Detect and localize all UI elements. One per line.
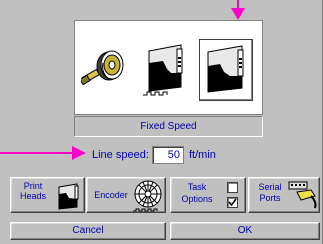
task-options-label-line1: Task	[187, 182, 207, 192]
encoder-mode-option[interactable]	[79, 39, 131, 101]
cancel-button[interactable]: Cancel	[10, 222, 166, 240]
checkmark-icon	[228, 198, 237, 207]
encoder-button[interactable]: Encoder	[86, 177, 166, 213]
task-options-button[interactable]: Task Options	[170, 177, 246, 213]
print-head-icon	[143, 44, 183, 96]
encoder-wheel-icon	[79, 50, 124, 86]
task-option-checkbox-bottom[interactable]	[227, 197, 238, 208]
serial-ports-button[interactable]: Serial Ports	[248, 177, 320, 213]
print-head-mode-option[interactable]	[141, 39, 191, 101]
ok-button[interactable]: OK	[170, 222, 320, 240]
print-head-icon	[207, 45, 244, 93]
selected-mode-label: Fixed Speed	[74, 116, 263, 137]
line-speed-label: Line speed:	[92, 149, 149, 161]
task-option-checkbox-top[interactable]	[227, 182, 238, 193]
settings-panel: Fixed Speed Line speed: 50 ft/min Print …	[0, 0, 323, 244]
serial-ports-label-line1: Serial	[258, 182, 282, 192]
line-speed-unit: ft/min	[189, 149, 216, 161]
print-heads-label-line2: Heads	[19, 191, 46, 201]
mode-icon-panel	[74, 20, 263, 115]
print-head-icon	[58, 183, 79, 210]
encoder-wheel-icon	[133, 180, 162, 212]
encoder-label: Encoder	[94, 190, 128, 200]
fixed-speed-mode-option[interactable]	[199, 39, 253, 101]
callout-arrow-left	[0, 146, 86, 160]
print-heads-label-line1: Print	[23, 181, 43, 191]
serial-cable-icon	[288, 181, 317, 209]
task-options-label-line2: Options	[181, 194, 213, 204]
serial-ports-label-line2: Ports	[259, 193, 281, 203]
line-speed-input[interactable]: 50	[152, 146, 184, 164]
print-heads-button[interactable]: Print Heads	[10, 177, 85, 213]
